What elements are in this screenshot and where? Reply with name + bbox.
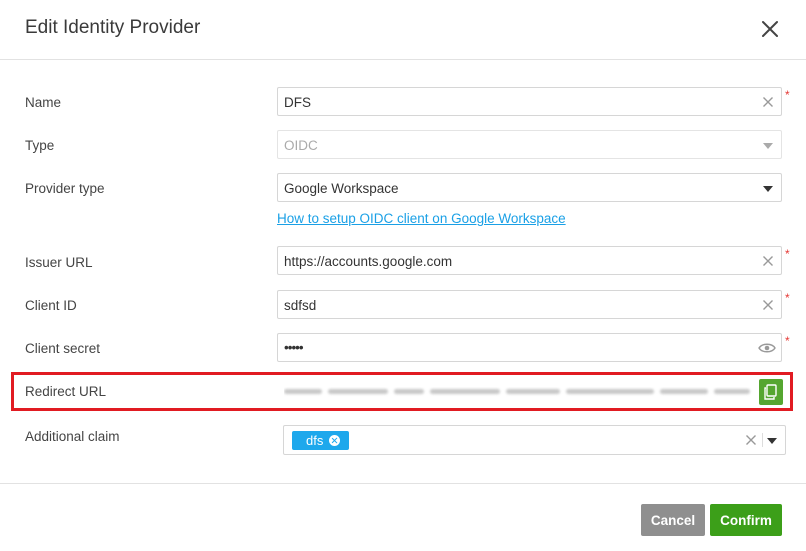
setup-oidc-link[interactable]: How to setup OIDC client on Google Works… <box>277 211 566 226</box>
client-secret-value: ••••• <box>284 340 304 355</box>
redirect-url-label: Redirect URL <box>25 384 107 399</box>
name-value: DFS <box>284 95 311 110</box>
clear-icon[interactable] <box>762 96 774 108</box>
required-marker: * <box>785 334 790 348</box>
claim-tag-label: dfs <box>306 433 324 448</box>
additional-claim-label: Additional claim <box>25 429 120 444</box>
name-input[interactable]: DFS <box>277 87 782 116</box>
copy-redirect-url-button[interactable] <box>759 379 783 405</box>
confirm-button[interactable]: Confirm <box>710 504 782 536</box>
client-id-label: Client ID <box>25 298 77 313</box>
issuer-url-value: https://accounts.google.com <box>284 254 453 269</box>
name-label: Name <box>25 95 62 110</box>
required-marker: * <box>785 291 790 305</box>
additional-claim-select[interactable]: dfs <box>283 425 786 455</box>
edit-identity-provider-dialog: Edit Identity Provider Name DFS * Type O… <box>0 0 806 551</box>
required-marker: * <box>785 247 790 261</box>
type-label: Type <box>25 138 55 153</box>
client-secret-input[interactable]: ••••• <box>277 333 782 362</box>
dialog-footer: Cancel Confirm <box>0 483 806 551</box>
dialog-header: Edit Identity Provider <box>0 0 806 60</box>
client-id-value: sdfsd <box>284 298 317 313</box>
client-id-input[interactable]: sdfsd <box>277 290 782 319</box>
divider <box>762 433 763 447</box>
type-value: OIDC <box>284 138 318 153</box>
cancel-button[interactable]: Cancel <box>641 504 705 536</box>
close-icon <box>762 21 778 37</box>
dialog-title: Edit Identity Provider <box>25 17 201 38</box>
chevron-down-icon[interactable] <box>763 186 773 192</box>
chevron-down-icon[interactable] <box>767 438 777 444</box>
provider-type-label: Provider type <box>25 181 105 196</box>
copy-icon <box>764 384 777 400</box>
required-marker: * <box>785 88 790 102</box>
issuer-url-label: Issuer URL <box>25 255 93 270</box>
redirect-url-value-blurred <box>284 387 754 397</box>
provider-type-select[interactable]: Google Workspace <box>277 173 782 202</box>
provider-type-value: Google Workspace <box>284 181 399 196</box>
clear-icon[interactable] <box>762 299 774 311</box>
chevron-down-icon <box>763 143 773 149</box>
eye-icon[interactable] <box>758 341 776 355</box>
close-button[interactable] <box>758 17 782 41</box>
clear-icon[interactable] <box>762 255 774 267</box>
redirect-url-highlight: Redirect URL <box>11 372 793 411</box>
issuer-url-input[interactable]: https://accounts.google.com <box>277 246 782 275</box>
clear-icon[interactable] <box>745 434 757 446</box>
type-select: OIDC <box>277 130 782 159</box>
tag-remove-icon[interactable] <box>329 435 341 446</box>
claim-tag: dfs <box>292 431 350 450</box>
client-secret-label: Client secret <box>25 341 101 356</box>
